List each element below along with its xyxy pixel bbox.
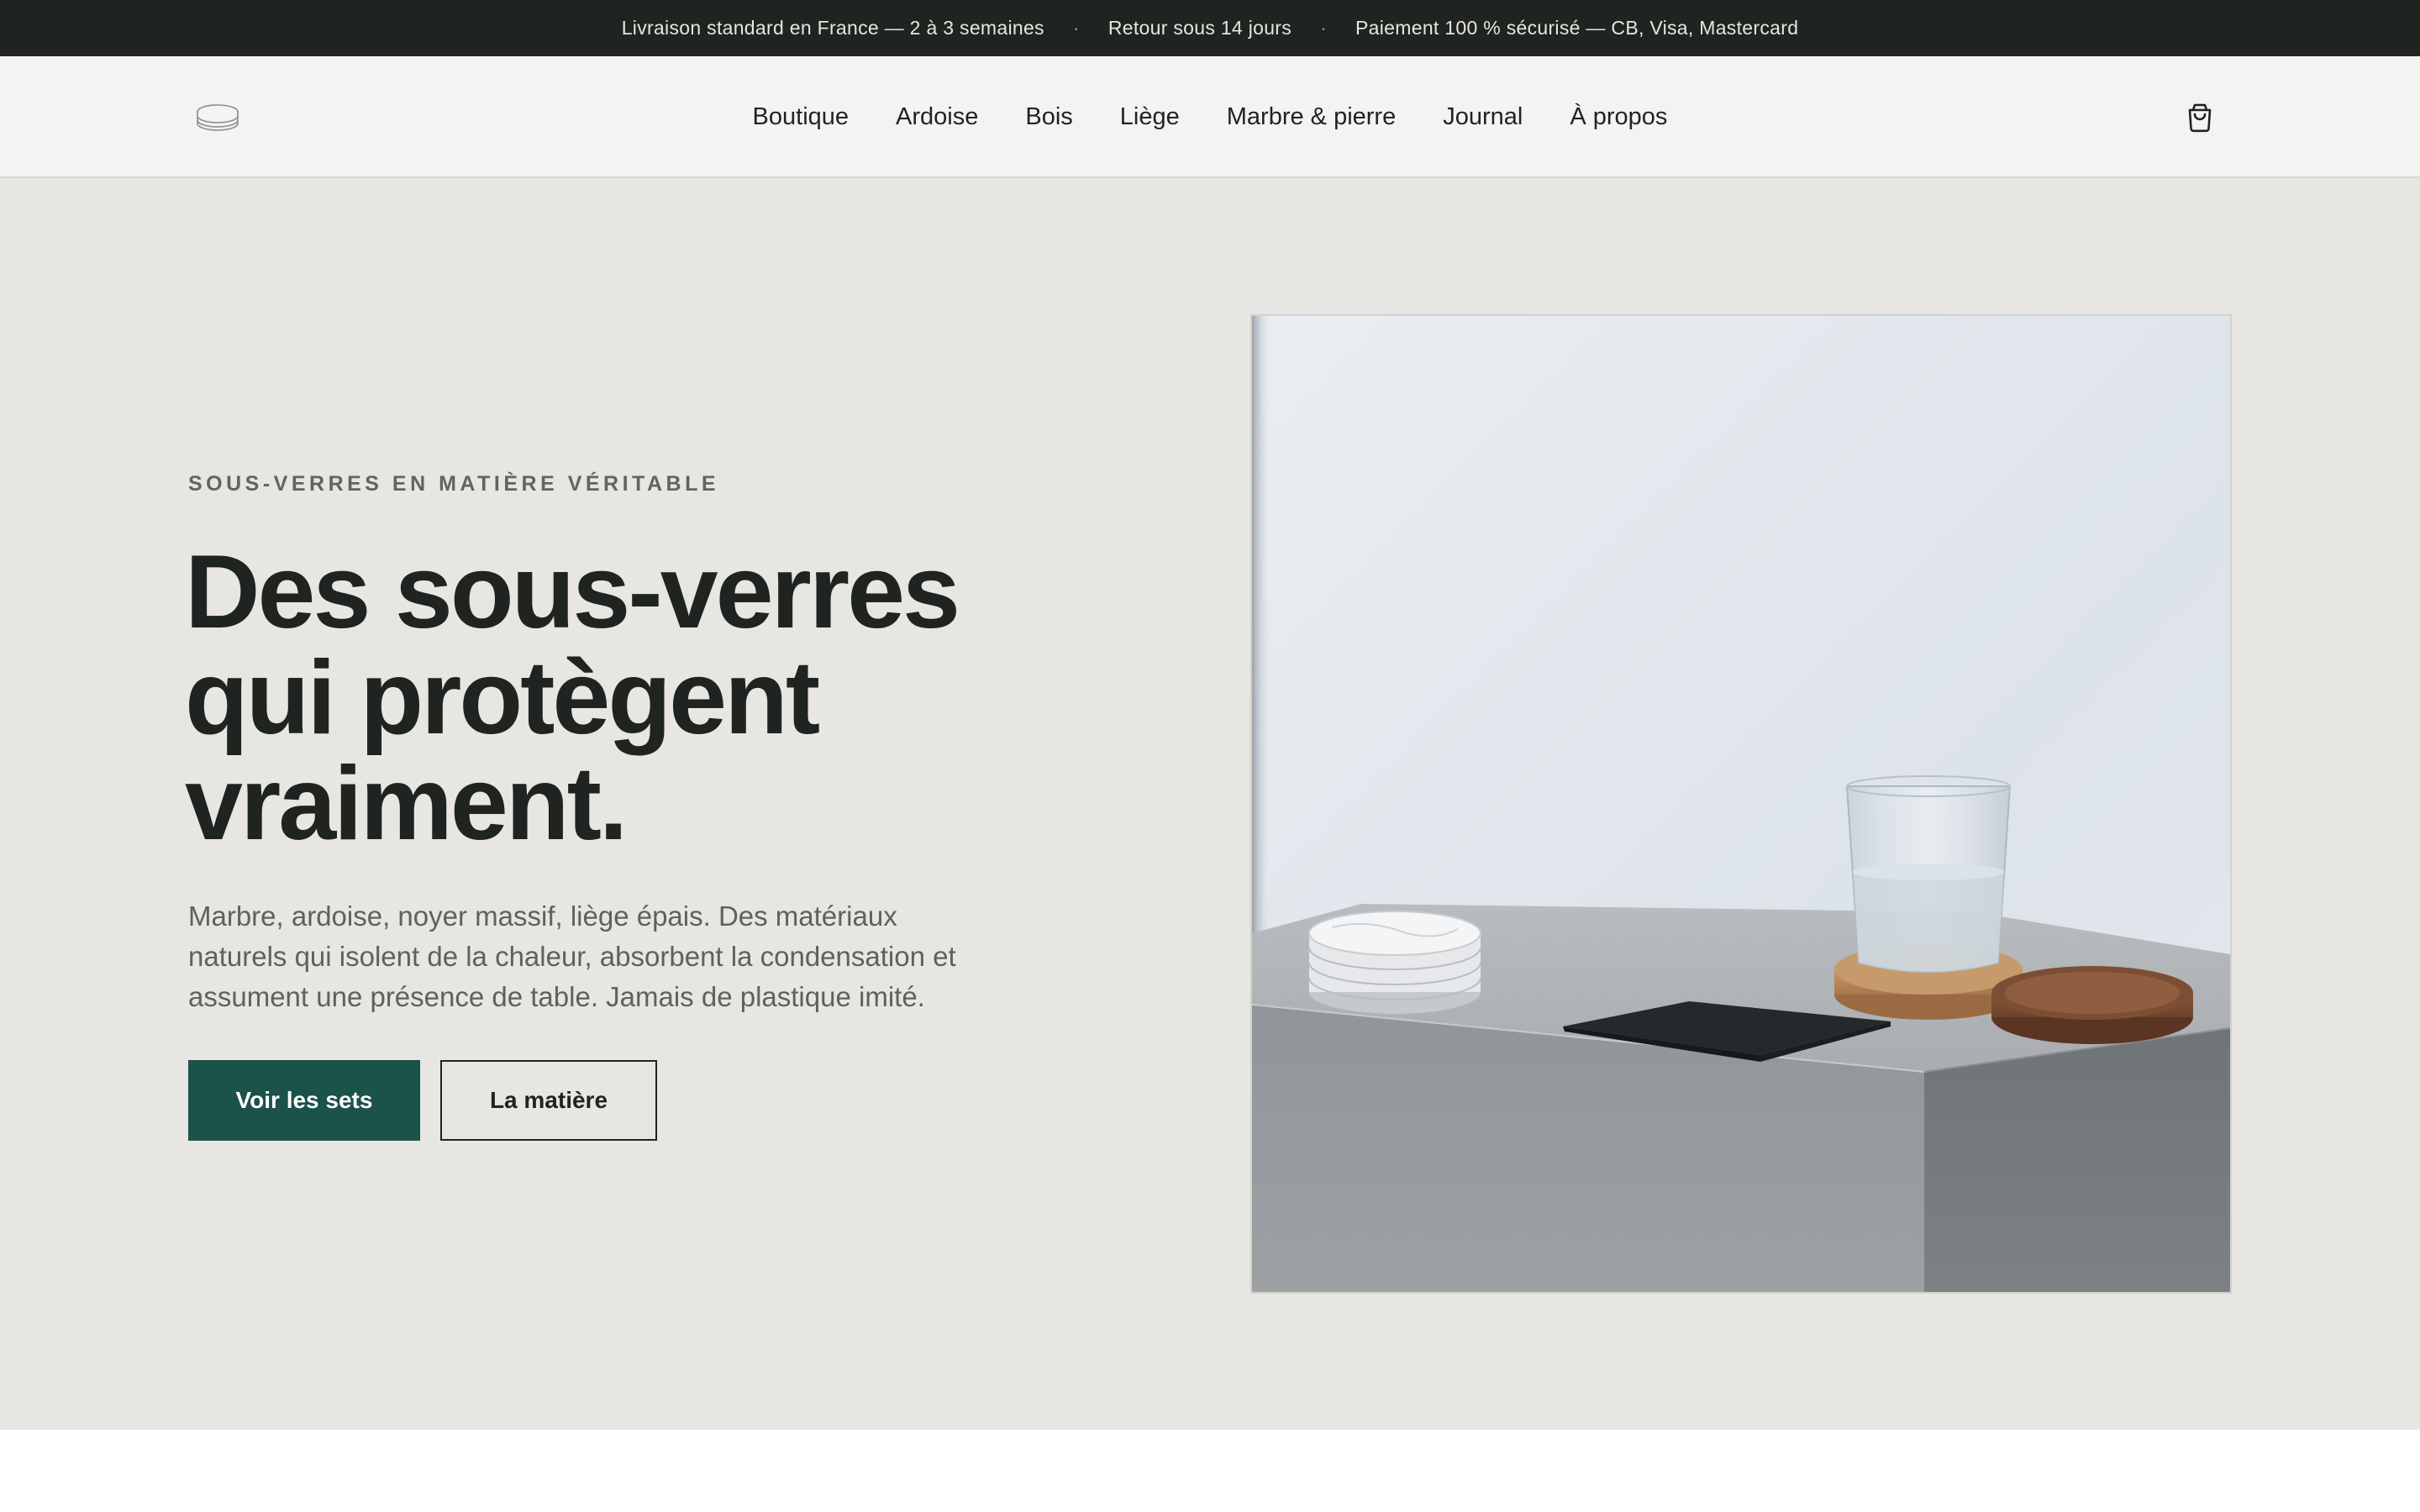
announcement-shipping: Livraison standard en France — 2 à 3 sem… xyxy=(621,17,1044,39)
next-section xyxy=(0,1430,2420,1512)
hero-headline: Des sous-verres qui protègent vraiment. xyxy=(185,539,1193,857)
nav-link-bois[interactable]: Bois xyxy=(1025,103,1072,131)
nav-link-a-propos[interactable]: À propos xyxy=(1570,103,1667,131)
hero-section: SOUS-VERRES EN MATIÈRE VÉRITABLE Des sou… xyxy=(0,178,2420,1430)
material-button[interactable]: La matière xyxy=(440,1060,657,1141)
hero-headline-line: qui protègent xyxy=(185,640,820,756)
announcement-returns: Retour sous 14 jours xyxy=(1107,17,1292,39)
nav-link-marbre-pierre[interactable]: Marbre & pierre xyxy=(1227,103,1396,131)
announcement-separator: · xyxy=(1320,17,1328,39)
shop-sets-button[interactable]: Voir les sets xyxy=(188,1060,420,1141)
main-nav: Boutique Ardoise Bois Liège Marbre & pie… xyxy=(0,56,2420,178)
nav-link-boutique[interactable]: Boutique xyxy=(753,103,850,131)
nav-link-liege[interactable]: Liège xyxy=(1120,103,1180,131)
site-header: Boutique Ardoise Bois Liège Marbre & pie… xyxy=(0,56,2420,178)
hero-product-photo xyxy=(1250,314,2232,1294)
nav-link-ardoise[interactable]: Ardoise xyxy=(896,103,978,131)
hero-description: Marbre, ardoise, noyer massif, liège épa… xyxy=(188,900,956,1012)
hero-eyebrow: SOUS-VERRES EN MATIÈRE VÉRITABLE xyxy=(188,472,720,496)
announcement-payment: Paiement 100 % sécurisé — CB, Visa, Mast… xyxy=(1355,17,1799,39)
nav-link-journal[interactable]: Journal xyxy=(1443,103,1523,131)
hero-headline-line: vraiment. xyxy=(185,746,628,862)
shopping-bag-icon[interactable] xyxy=(2183,100,2217,134)
announcement-separator: · xyxy=(1072,17,1080,39)
announcement-bar: Livraison standard en France — 2 à 3 sem… xyxy=(0,0,2420,56)
hero-headline-line: Des sous-verres xyxy=(185,534,960,650)
